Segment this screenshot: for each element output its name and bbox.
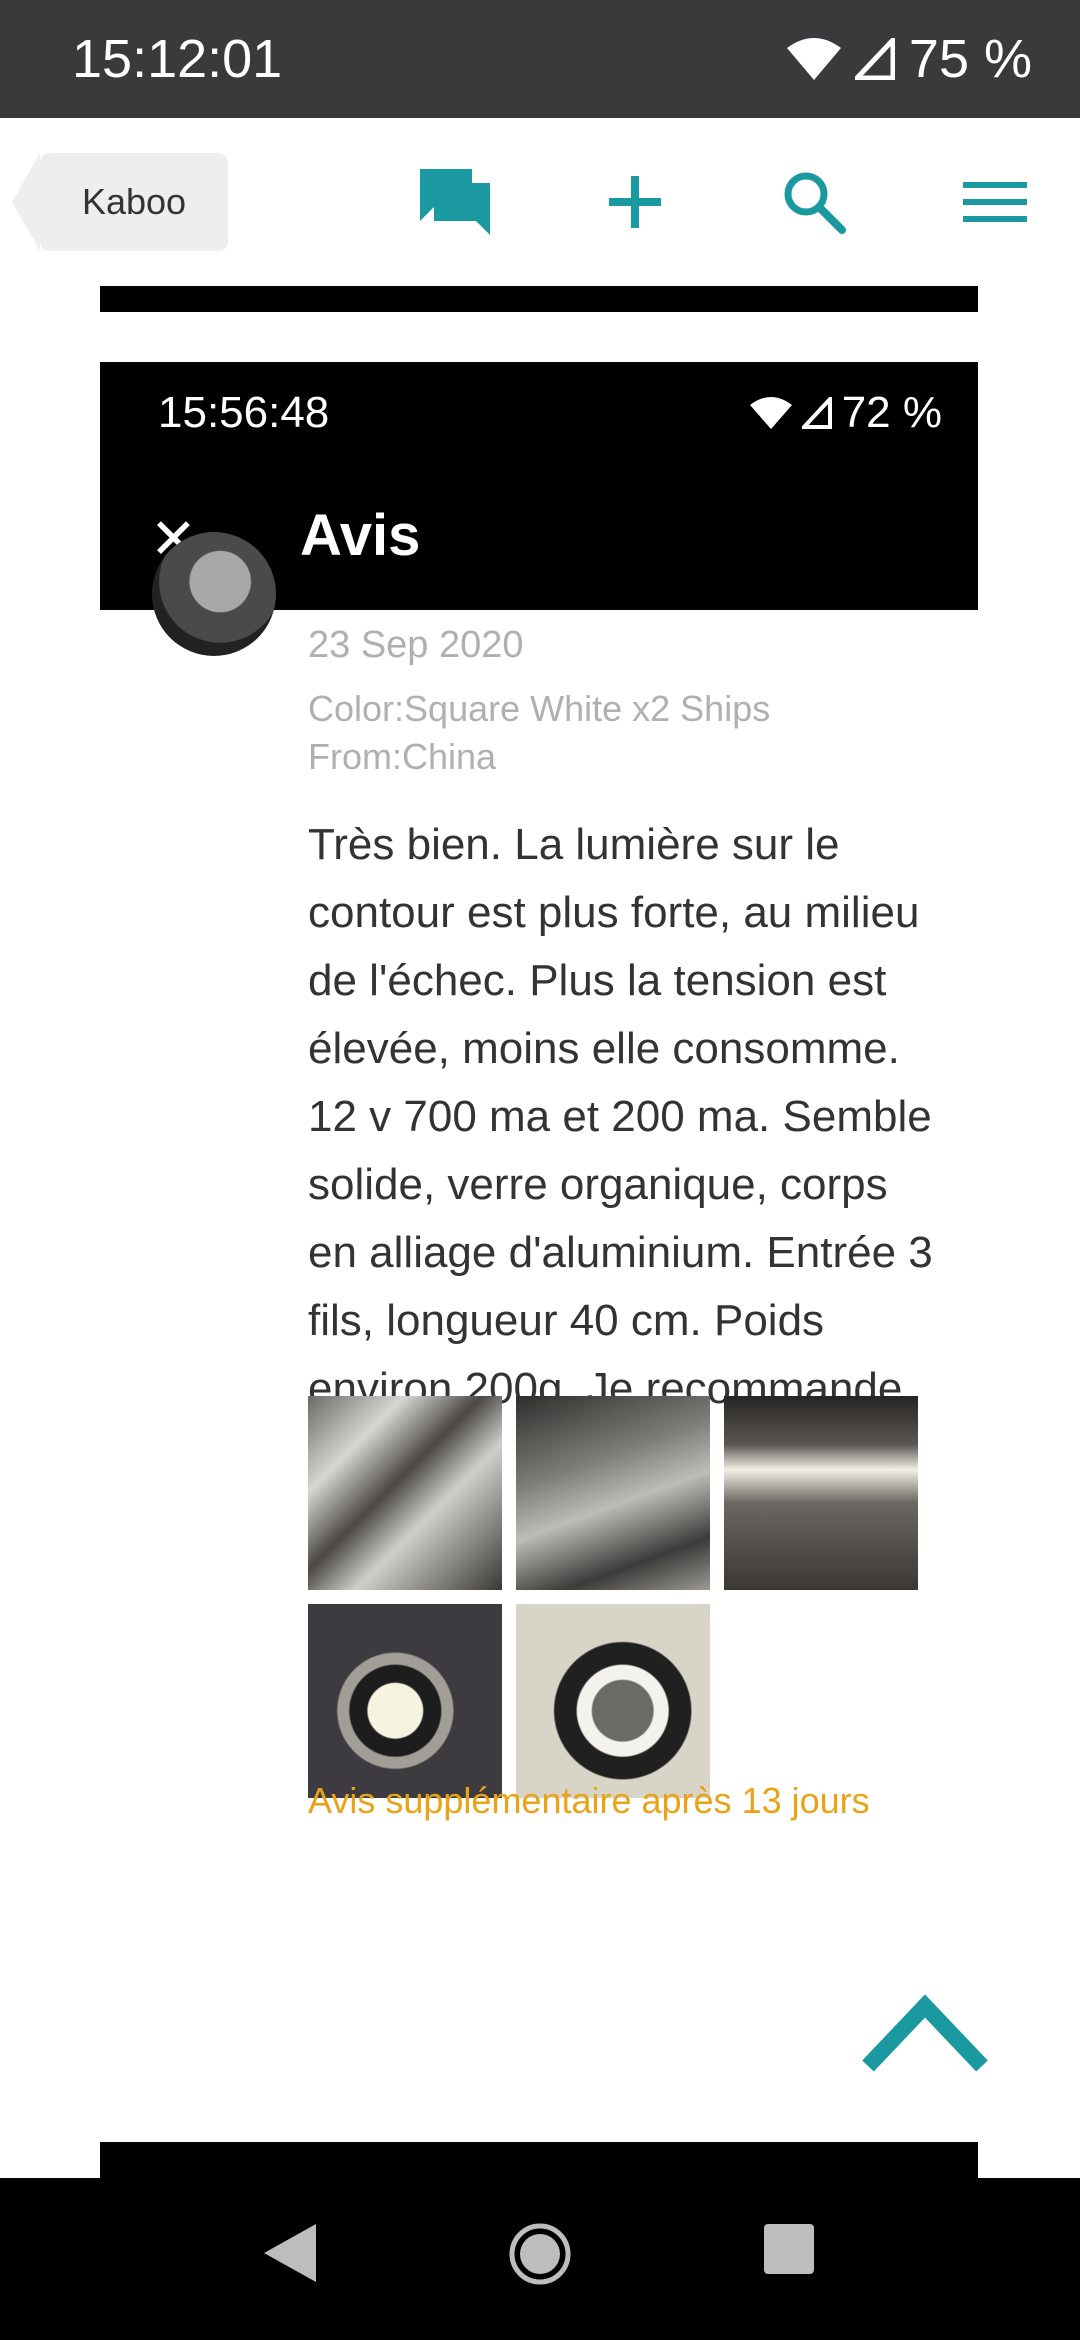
- review: 23 Sep 2020 Color:Square White x2 Ships …: [308, 624, 948, 1423]
- embedded-status-time: 15:56:48: [158, 388, 330, 437]
- status-right: 75 %: [786, 28, 1032, 90]
- recents-icon: [764, 2224, 814, 2274]
- embedded-title: Avis: [300, 503, 421, 568]
- nav-recents-button[interactable]: [762, 2222, 816, 2281]
- app-bar: Kaboo: [0, 118, 1080, 286]
- wifi-icon: [786, 38, 841, 80]
- add-icon: [609, 176, 661, 228]
- review-photo: [516, 1396, 710, 1590]
- chevron-up-icon: [862, 1994, 988, 2072]
- previous-image-edge: [100, 286, 978, 312]
- status-bar: 15:12:01 75 %: [0, 0, 1080, 118]
- review-photos: [308, 1396, 928, 1798]
- battery-level: 75 %: [908, 29, 1032, 89]
- menu-button[interactable]: [955, 162, 1035, 242]
- review-photo: [308, 1604, 502, 1798]
- embedded-status-right: 72 %: [749, 388, 942, 438]
- avatar: [152, 532, 276, 656]
- back-icon: [264, 2224, 316, 2282]
- search-icon: [784, 172, 846, 234]
- chat-button[interactable]: [415, 162, 495, 242]
- wifi-icon: [749, 397, 792, 429]
- review-date: 23 Sep 2020: [308, 624, 524, 666]
- status-time: 15:12:01: [72, 29, 283, 89]
- review-photo: [308, 1396, 502, 1590]
- chat-icon: [420, 169, 490, 235]
- embedded-status-bar: 15:56:48 72 %: [100, 362, 978, 462]
- back-button-label: Kaboo: [81, 181, 187, 222]
- content-area[interactable]: 15:56:48 72 % ✕ Avis 23 Sep 2020 Color:S…: [0, 286, 1080, 2178]
- home-icon: [509, 2223, 571, 2285]
- embedded-battery-level: 72 %: [841, 388, 942, 437]
- scroll-to-top-button[interactable]: [860, 1986, 990, 2076]
- menu-icon: [963, 182, 1027, 222]
- review-variant: Color:Square White x2 Ships From:China: [308, 688, 771, 777]
- signal-icon: [854, 38, 895, 80]
- embedded-navbar-edge: [100, 2142, 978, 2178]
- add-button[interactable]: [595, 162, 675, 242]
- review-photo: [724, 1396, 918, 1590]
- signal-icon: [801, 397, 832, 429]
- search-button[interactable]: [774, 162, 854, 242]
- nav-home-button[interactable]: [508, 2222, 572, 2291]
- nav-back-button[interactable]: [262, 2222, 318, 2289]
- additional-review-label: Avis supplémentaire après 13 jours: [308, 1780, 870, 1821]
- embedded-screenshot[interactable]: 15:56:48 72 % ✕ Avis 23 Sep 2020 Color:S…: [100, 362, 978, 2178]
- navigation-bar: [0, 2178, 1080, 2340]
- review-photo: [516, 1604, 710, 1798]
- back-button[interactable]: Kaboo: [12, 153, 228, 251]
- review-body: Très bien. La lumière sur le contour est…: [308, 820, 933, 1413]
